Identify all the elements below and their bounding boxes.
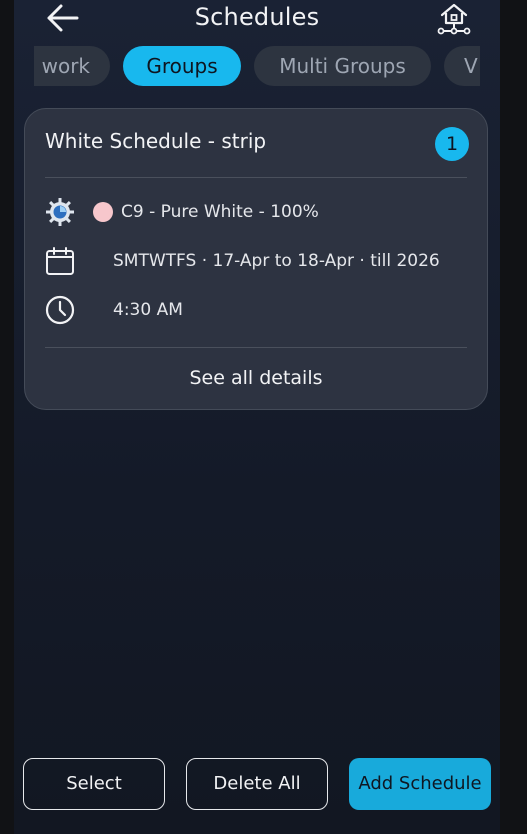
schedules-screen: Schedules work Groups Multi Groups V Whi… [14, 0, 500, 834]
effect-text: C9 - Pure White - 100% [121, 202, 319, 222]
clock-icon [45, 295, 75, 325]
time-row: 4:30 AM [45, 295, 467, 327]
schedule-title: White Schedule - strip [45, 129, 267, 153]
days-row: SMTWTFS · 17-Apr to 18-Apr · till 2026 [45, 246, 467, 278]
divider [45, 177, 467, 178]
effect-row: C9 - Pure White - 100% [45, 197, 467, 229]
color-swatch [93, 202, 113, 222]
select-button[interactable]: Select [23, 758, 165, 810]
tab-v[interactable]: V [444, 46, 480, 86]
days-text: SMTWTFS · 17-Apr to 18-Apr · till 2026 [113, 251, 440, 271]
schedule-card[interactable]: White Schedule - strip 1 C9 - Pure White… [24, 108, 488, 410]
page-title: Schedules [194, 3, 320, 31]
header: Schedules [14, 0, 500, 40]
effect-gear-icon [46, 198, 74, 226]
see-all-details-link[interactable]: See all details [25, 367, 487, 389]
add-schedule-button[interactable]: Add Schedule [349, 758, 491, 810]
tab-groups[interactable]: Groups [123, 46, 241, 86]
home-network-icon [437, 3, 471, 35]
divider [45, 347, 467, 348]
time-text: 4:30 AM [113, 300, 183, 320]
delete-all-button[interactable]: Delete All [186, 758, 328, 810]
tab-network[interactable]: work [34, 46, 110, 86]
group-type-tabs: work Groups Multi Groups V [34, 46, 480, 88]
home-network-button[interactable] [436, 0, 472, 36]
tab-multi-groups[interactable]: Multi Groups [254, 46, 431, 86]
calendar-icon [46, 247, 74, 275]
count-badge: 1 [435, 127, 469, 161]
